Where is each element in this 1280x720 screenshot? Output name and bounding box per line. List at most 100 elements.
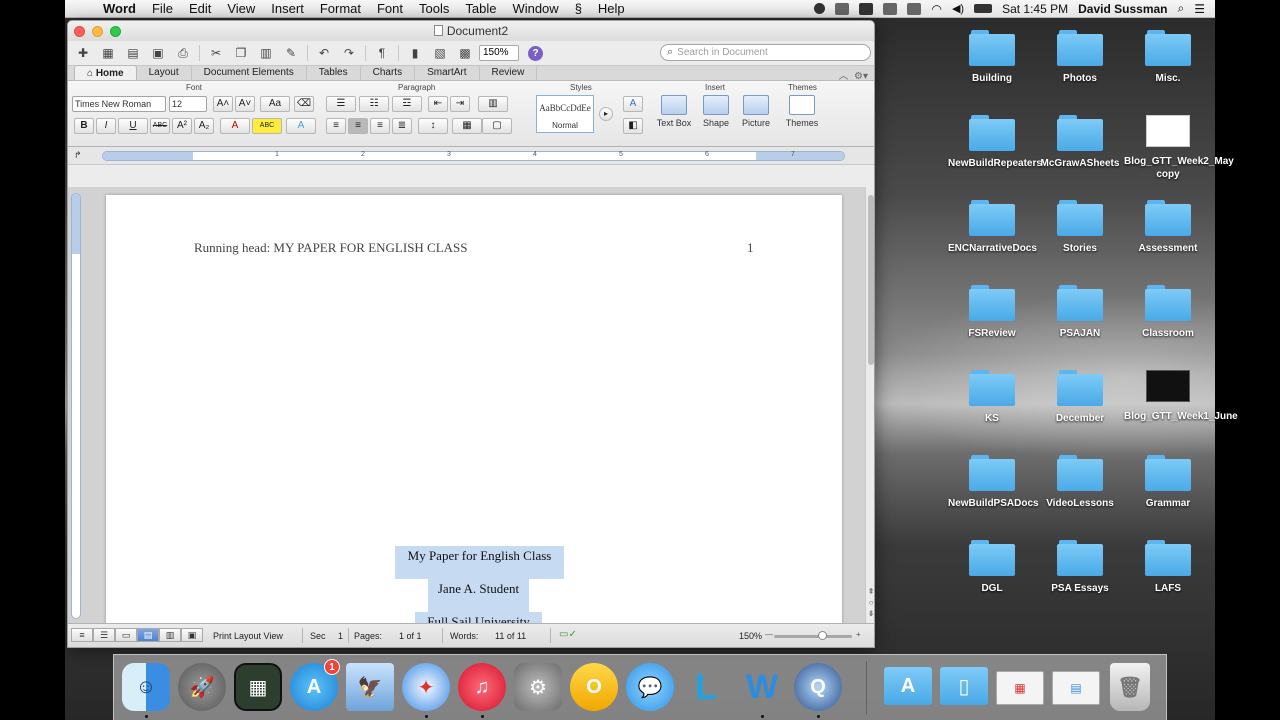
trash-icon[interactable]: 🗑 bbox=[1110, 663, 1150, 711]
print-layout-view-button[interactable]: ▤ bbox=[137, 628, 159, 642]
notebook-view-button[interactable]: ▥ bbox=[159, 628, 181, 642]
shading-icon[interactable]: ▦ bbox=[452, 118, 482, 134]
desktop-item[interactable]: FSReview bbox=[948, 285, 1036, 340]
open-icon[interactable]: ▤ bbox=[122, 44, 144, 62]
title-bar[interactable]: Document2 bbox=[68, 21, 874, 41]
strikethrough-icon[interactable]: ABC bbox=[150, 118, 170, 134]
zoom-out-icon[interactable]: — bbox=[765, 630, 773, 639]
adobe-icon[interactable] bbox=[859, 2, 874, 15]
insert-shape-button[interactable]: Shape bbox=[696, 95, 736, 128]
gallery-icon[interactable]: ▧ bbox=[429, 44, 451, 62]
bluetooth-icon[interactable] bbox=[907, 2, 922, 15]
tab-stop-selector-icon[interactable]: ↱ bbox=[74, 150, 82, 161]
line-spacing-icon[interactable]: ↕ bbox=[418, 118, 448, 134]
redo-icon[interactable]: ↷ bbox=[338, 44, 360, 62]
notification-center-icon[interactable]: ☰ bbox=[1194, 2, 1205, 16]
search-input[interactable]: ⌕ Search in Document bbox=[660, 44, 871, 61]
justify-icon[interactable]: ≣ bbox=[392, 118, 412, 134]
script-menu-icon[interactable]: § bbox=[567, 1, 590, 16]
paste-icon[interactable]: ▥ bbox=[255, 44, 277, 62]
desktop-item[interactable]: DGL bbox=[948, 540, 1036, 595]
sidebar-icon[interactable]: ▮ bbox=[404, 44, 426, 62]
battery-icon[interactable] bbox=[974, 4, 993, 13]
desktop-item[interactable]: VideoLessons bbox=[1036, 455, 1124, 510]
draft-view-button[interactable]: ≡ bbox=[71, 628, 93, 642]
desktop-item[interactable]: Stories bbox=[1036, 200, 1124, 255]
styles-pane-icon[interactable]: ◧ bbox=[623, 118, 643, 134]
templates-icon[interactable]: ▦ bbox=[97, 44, 119, 62]
multilevel-list-icon[interactable]: ☲ bbox=[392, 96, 422, 112]
running-head[interactable]: Running head: MY PAPER FOR ENGLISH CLASS bbox=[194, 240, 468, 256]
documents-folder-icon[interactable]: ▯ bbox=[940, 667, 988, 705]
desktop-item[interactable]: Misc. bbox=[1124, 30, 1212, 85]
desktop-item[interactable]: Blog_GTT_Week2_May copy bbox=[1124, 115, 1234, 181]
font-size-select[interactable]: 12 bbox=[169, 96, 207, 112]
themes-button[interactable]: Themes bbox=[782, 95, 822, 128]
new-document-icon[interactable]: ✚ bbox=[72, 44, 94, 62]
paper-title[interactable]: My Paper for English Class bbox=[395, 546, 564, 579]
finder-icon[interactable]: ☺ bbox=[122, 663, 170, 711]
increase-indent-icon[interactable]: ⇥ bbox=[450, 96, 470, 112]
bullets-icon[interactable]: ☰ bbox=[326, 96, 356, 112]
desktop-item[interactable]: PSA Essays bbox=[1036, 540, 1124, 595]
outline-view-button[interactable]: ☰ bbox=[93, 628, 115, 642]
desktop-item[interactable]: NewBuildPSADocs bbox=[948, 455, 1039, 510]
save-icon[interactable]: ▣ bbox=[147, 44, 169, 62]
menu-help[interactable]: Help bbox=[590, 1, 633, 16]
vertical-ruler[interactable] bbox=[71, 193, 81, 619]
menu-app-name[interactable]: Word bbox=[95, 1, 144, 16]
downloads-stack-icon[interactable]: ▦ bbox=[996, 671, 1044, 705]
manage-styles-icon[interactable]: A bbox=[623, 96, 643, 112]
menu-file[interactable]: File bbox=[144, 1, 181, 16]
messages-icon[interactable]: 💬 bbox=[626, 663, 674, 711]
tab-review[interactable]: Review bbox=[480, 65, 538, 80]
copy-icon[interactable]: ❐ bbox=[230, 44, 252, 62]
desktop-item[interactable]: KS bbox=[948, 370, 1036, 425]
quicktime-icon[interactable]: Q bbox=[794, 663, 842, 711]
zoom-slider[interactable] bbox=[774, 631, 852, 640]
menubar-user[interactable]: David Sussman bbox=[1078, 2, 1167, 16]
tab-tables[interactable]: Tables bbox=[307, 65, 361, 80]
font-color-icon[interactable]: A bbox=[220, 118, 250, 134]
browse-arrows-icon[interactable]: ⇞ ○ ⇟ bbox=[866, 586, 874, 619]
menu-window[interactable]: Window bbox=[504, 1, 566, 16]
volume-icon[interactable]: ◀) bbox=[952, 2, 964, 15]
style-gallery-normal[interactable]: AaBbCcDdEe Normal bbox=[536, 95, 594, 133]
scrollbar-thumb[interactable] bbox=[868, 195, 874, 365]
recent-screenshot-icon[interactable]: ▤ bbox=[1052, 671, 1100, 705]
clear-formatting-icon[interactable]: ⌫ bbox=[294, 96, 314, 112]
safari-icon[interactable]: ✦ bbox=[402, 663, 450, 711]
numbering-icon[interactable]: ☷ bbox=[359, 96, 389, 112]
format-painter-icon[interactable]: ✎ bbox=[280, 44, 302, 62]
undo-icon[interactable]: ↶ bbox=[313, 44, 335, 62]
print-icon[interactable]: ⎙ bbox=[172, 44, 194, 62]
menu-edit[interactable]: Edit bbox=[181, 1, 219, 16]
word-icon[interactable]: W bbox=[738, 663, 786, 711]
cut-icon[interactable]: ✂ bbox=[205, 44, 227, 62]
publishing-view-button[interactable]: ▭ bbox=[115, 628, 137, 642]
borders-icon[interactable]: ▢ bbox=[482, 118, 512, 134]
wifi-icon[interactable]: ◠ bbox=[931, 2, 941, 16]
record-status-icon[interactable] bbox=[814, 3, 826, 14]
bold-icon[interactable]: B bbox=[74, 118, 94, 134]
menubar-clock[interactable]: Sat 1:45 PM bbox=[1002, 2, 1068, 16]
font-name-select[interactable]: Times New Roman bbox=[72, 96, 166, 112]
tab-document-elements[interactable]: Document Elements bbox=[192, 65, 307, 80]
highlight-icon[interactable]: ABC bbox=[252, 118, 282, 134]
preview-icon[interactable]: 🦅 bbox=[346, 663, 394, 711]
itunes-icon[interactable]: ♫ bbox=[458, 663, 506, 711]
insert-text-box-button[interactable]: Text Box bbox=[654, 95, 694, 128]
superscript-icon[interactable]: A² bbox=[172, 118, 192, 134]
notes-icon[interactable] bbox=[883, 2, 898, 15]
desktop-item[interactable]: Classroom bbox=[1124, 285, 1212, 340]
applications-folder-icon[interactable]: A bbox=[884, 667, 932, 705]
desktop-item[interactable]: Blog_GTT_Week1_June bbox=[1124, 370, 1238, 423]
grow-font-icon[interactable]: A˄ bbox=[213, 96, 233, 112]
lync-icon[interactable]: L bbox=[682, 663, 730, 711]
subscript-icon[interactable]: A₂ bbox=[194, 118, 214, 134]
menu-format[interactable]: Format bbox=[312, 1, 369, 16]
menu-table[interactable]: Table bbox=[457, 1, 504, 16]
page-number[interactable]: 1 bbox=[747, 240, 754, 256]
insert-picture-button[interactable]: Picture bbox=[736, 95, 776, 128]
document-page[interactable]: Running head: MY PAPER FOR ENGLISH CLASS… bbox=[106, 195, 842, 645]
